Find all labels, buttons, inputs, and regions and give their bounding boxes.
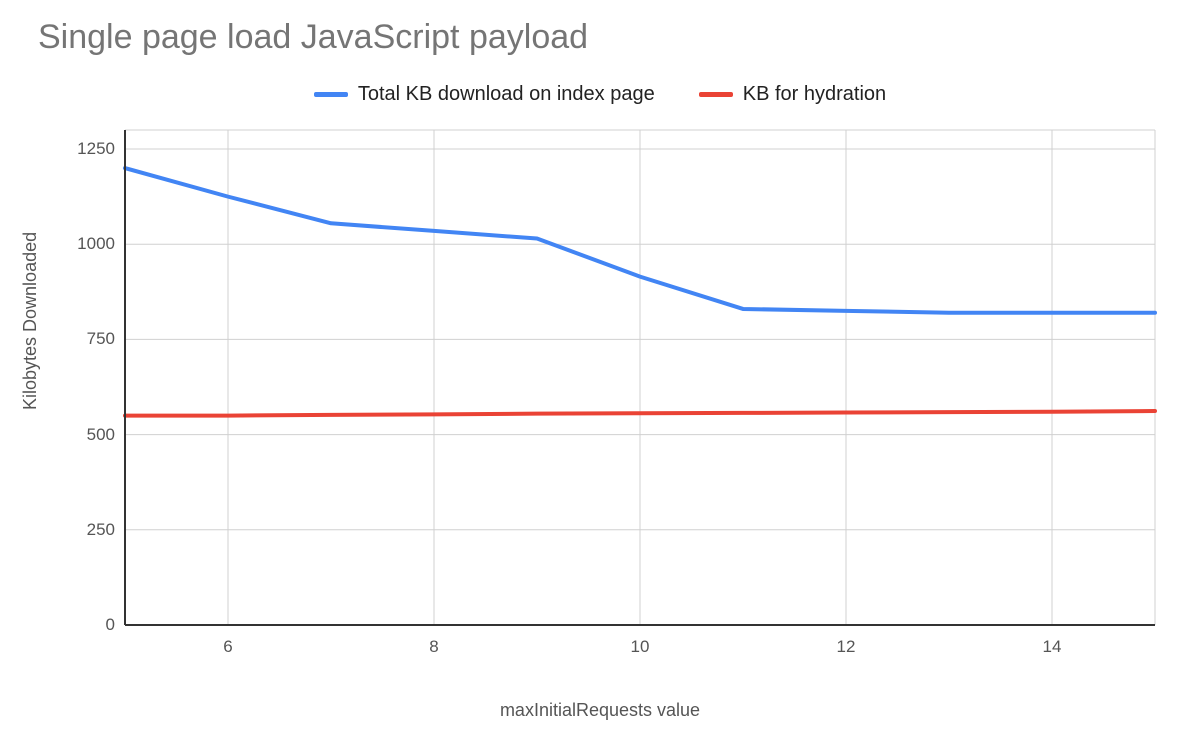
x-tick-label: 14 [1032, 637, 1072, 657]
x-tick-label: 6 [208, 637, 248, 657]
y-tick-label: 500 [55, 425, 115, 445]
plot-area [0, 0, 1200, 742]
y-tick-label: 250 [55, 520, 115, 540]
y-tick-label: 0 [55, 615, 115, 635]
chart-container: Single page load JavaScript payload Tota… [0, 0, 1200, 742]
y-tick-label: 750 [55, 329, 115, 349]
x-tick-label: 8 [414, 637, 454, 657]
x-tick-label: 10 [620, 637, 660, 657]
y-tick-label: 1250 [55, 139, 115, 159]
x-tick-label: 12 [826, 637, 866, 657]
y-tick-label: 1000 [55, 234, 115, 254]
